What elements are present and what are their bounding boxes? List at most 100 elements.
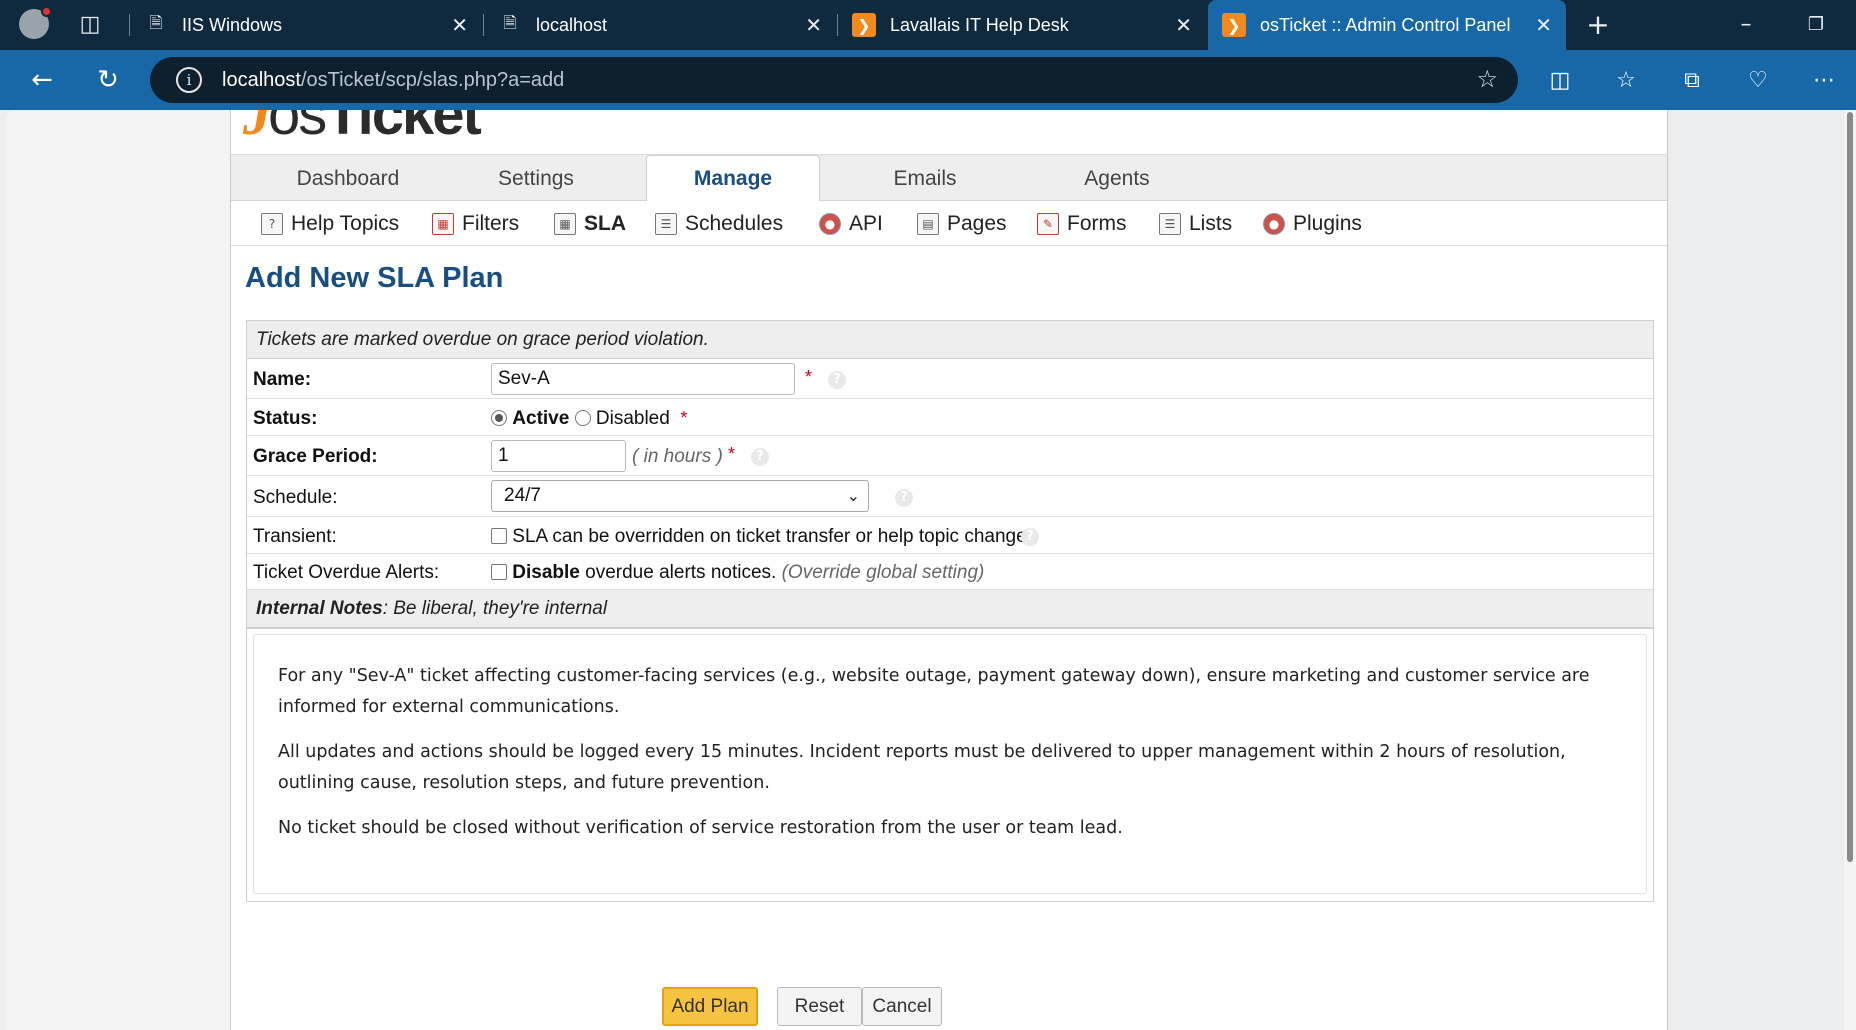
subnav-forms[interactable]: ✎ Forms [1037, 201, 1127, 246]
logo-text: osTicket [268, 110, 482, 147]
subnav-help-topics[interactable]: ? Help Topics [261, 201, 399, 246]
status-active-radio[interactable] [491, 410, 507, 426]
tab-settings[interactable]: Settings [449, 157, 623, 201]
cancel-button[interactable]: Cancel [862, 987, 942, 1026]
form-buttons: Add Plan Reset Cancel [231, 987, 1667, 1027]
plugins-icon: ● [1263, 212, 1285, 235]
reset-button[interactable]: Reset [777, 987, 862, 1026]
tab-admin-control-panel[interactable]: ❯ osTicket :: Admin Control Panel ✕ [1208, 0, 1566, 50]
tab-emails[interactable]: Emails [838, 157, 1012, 201]
status-label: Status: [253, 408, 318, 429]
favorite-star-icon[interactable]: ☆ [1476, 65, 1498, 93]
subnav-label: Forms [1067, 211, 1127, 235]
internal-notes-title: Internal Notes [256, 597, 383, 619]
more-menu-icon[interactable]: ⋯ [1804, 62, 1844, 98]
osticket-logo[interactable]: J osTicket [243, 110, 482, 148]
page-title: Add New SLA Plan [245, 262, 504, 294]
scrollbar-thumb[interactable] [1847, 112, 1853, 862]
disable-label: Disable [512, 562, 580, 583]
page-scrollbar[interactable] [1844, 110, 1856, 1030]
internal-notes-editor[interactable]: For any "Sev-A" ticket affecting custome… [253, 634, 1647, 894]
close-tab-icon[interactable]: ✕ [451, 13, 468, 37]
page-icon: 🗎 [149, 12, 163, 32]
minimize-icon[interactable]: – [1728, 6, 1764, 42]
subnav-schedules[interactable]: ☰ Schedules [655, 201, 783, 246]
browser-essentials-icon[interactable]: ♡ [1738, 62, 1778, 98]
address-bar[interactable]: i localhost/osTicket/scp/slas.php?a=add … [150, 57, 1518, 103]
tab-agents[interactable]: Agents [1030, 157, 1204, 201]
notes-paragraph: No ticket should be closed without verif… [278, 818, 1123, 838]
sub-nav: ? Help Topics ▦ Filters ▦ SLA ☰ Schedule… [231, 201, 1667, 246]
profile-avatar-icon[interactable] [16, 6, 52, 42]
help-icon[interactable]: ? [828, 371, 846, 389]
restore-icon[interactable]: ❐ [1798, 6, 1834, 42]
status-disabled-radio[interactable] [574, 410, 591, 426]
collections-icon[interactable]: ⧉ [1672, 62, 1712, 98]
subnav-api[interactable]: ● API [819, 201, 883, 246]
help-icon[interactable]: ? [1021, 528, 1039, 546]
alerts-text: overdue alerts notices. [585, 562, 777, 583]
grace-period-label: Grace Period: [253, 446, 378, 467]
schedules-icon: ☰ [655, 212, 677, 235]
internal-notes-row: For any "Sev-A" ticket affecting custome… [247, 628, 1653, 901]
help-icon[interactable]: ? [895, 489, 913, 507]
chevron-down-icon: ⌄ [846, 486, 860, 505]
close-tab-icon[interactable]: ✕ [1175, 13, 1192, 37]
tab-title: osTicket :: Admin Control Panel [1260, 14, 1511, 35]
sla-form-table: Tickets are marked overdue on grace peri… [246, 320, 1654, 902]
notes-paragraph: All updates and actions should be logged… [278, 742, 1566, 793]
internal-notes-hint: : Be liberal, they're internal [382, 597, 608, 619]
add-plan-button[interactable]: Add Plan [662, 987, 758, 1026]
tab-iis-windows[interactable]: 🗎 IIS Windows ✕ [130, 0, 482, 50]
schedule-select[interactable]: 24/7 ⌄ [491, 480, 869, 512]
subnav-pages[interactable]: ▤ Pages [917, 201, 1007, 246]
tab-actions-icon[interactable]: ◫ [72, 6, 108, 42]
notes-paragraph: For any "Sev-A" ticket affecting custome… [278, 666, 1590, 717]
overdue-alerts-label: Ticket Overdue Alerts: [253, 562, 440, 583]
name-label: Name: [253, 369, 312, 390]
forms-icon: ✎ [1037, 212, 1059, 235]
subnav-sla[interactable]: ▦ SLA [554, 201, 626, 246]
lists-icon: ☰ [1159, 212, 1181, 235]
grace-period-hint: ( in hours ) [632, 446, 723, 467]
tab-manage[interactable]: Manage [646, 155, 820, 202]
overdue-alerts-option: Disable overdue alerts notices. (Overrid… [491, 562, 984, 584]
refresh-icon[interactable]: ↻ [90, 62, 126, 98]
tab-localhost[interactable]: 🗎 localhost ✕ [484, 0, 836, 50]
subnav-label: Schedules [685, 211, 784, 235]
site-info-icon[interactable]: i [176, 67, 202, 93]
internal-notes-header: Internal Notes: Be liberal, they're inte… [247, 590, 1653, 628]
close-tab-icon[interactable]: ✕ [805, 13, 822, 37]
transient-label: Transient: [253, 526, 337, 547]
subnav-lists[interactable]: ☰ Lists [1159, 201, 1232, 246]
favorites-icon[interactable]: ☆ [1606, 62, 1646, 98]
row-overdue-alerts: Ticket Overdue Alerts: Disable overdue a… [247, 554, 1653, 590]
page-viewport: J osTicket Dashboard Settings Manage Ema… [0, 110, 1844, 1030]
grace-period-input[interactable]: 1 [491, 440, 626, 472]
close-tab-icon[interactable]: ✕ [1535, 13, 1552, 37]
subnav-label: Pages [947, 211, 1007, 235]
name-input[interactable]: Sev-A [491, 363, 795, 395]
new-tab-icon[interactable]: + [1580, 6, 1616, 42]
subnav-label: Help Topics [291, 211, 400, 235]
osticket-container: J osTicket Dashboard Settings Manage Ema… [230, 110, 1668, 1030]
split-screen-icon[interactable]: ◫ [1540, 62, 1580, 98]
subnav-label: Filters [462, 211, 520, 235]
tab-dashboard[interactable]: Dashboard [261, 157, 435, 201]
required-marker: * [728, 444, 736, 464]
osticket-icon: ❯ [1222, 13, 1246, 37]
disable-alerts-checkbox[interactable] [491, 564, 507, 580]
tab-title: IIS Windows [182, 14, 283, 35]
broken-page-icon: 🗎 [503, 12, 517, 32]
help-icon[interactable]: ? [751, 448, 769, 466]
transient-text: SLA can be overridden on ticket transfer… [512, 526, 1027, 547]
transient-checkbox[interactable] [491, 528, 507, 544]
subnav-plugins[interactable]: ● Plugins [1263, 201, 1362, 246]
tab-title: Lavallais IT Help Desk [890, 14, 1069, 35]
tab-lavallais-help-desk[interactable]: ❯ Lavallais IT Help Desk ✕ [838, 0, 1206, 50]
left-margin [6, 110, 230, 1030]
required-marker: * [680, 408, 688, 428]
row-schedule: Schedule: 24/7 ⌄ ? [247, 476, 1653, 517]
subnav-filters[interactable]: ▦ Filters [432, 201, 519, 246]
back-arrow-icon[interactable]: ← [24, 62, 60, 98]
